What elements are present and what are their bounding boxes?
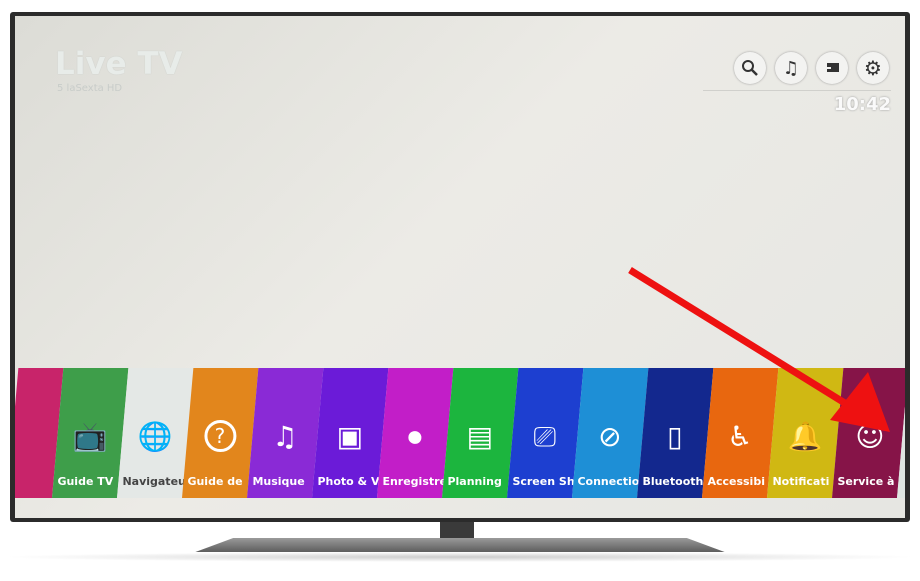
arrow-shaft — [628, 267, 850, 408]
annotation-arrow — [628, 267, 890, 432]
